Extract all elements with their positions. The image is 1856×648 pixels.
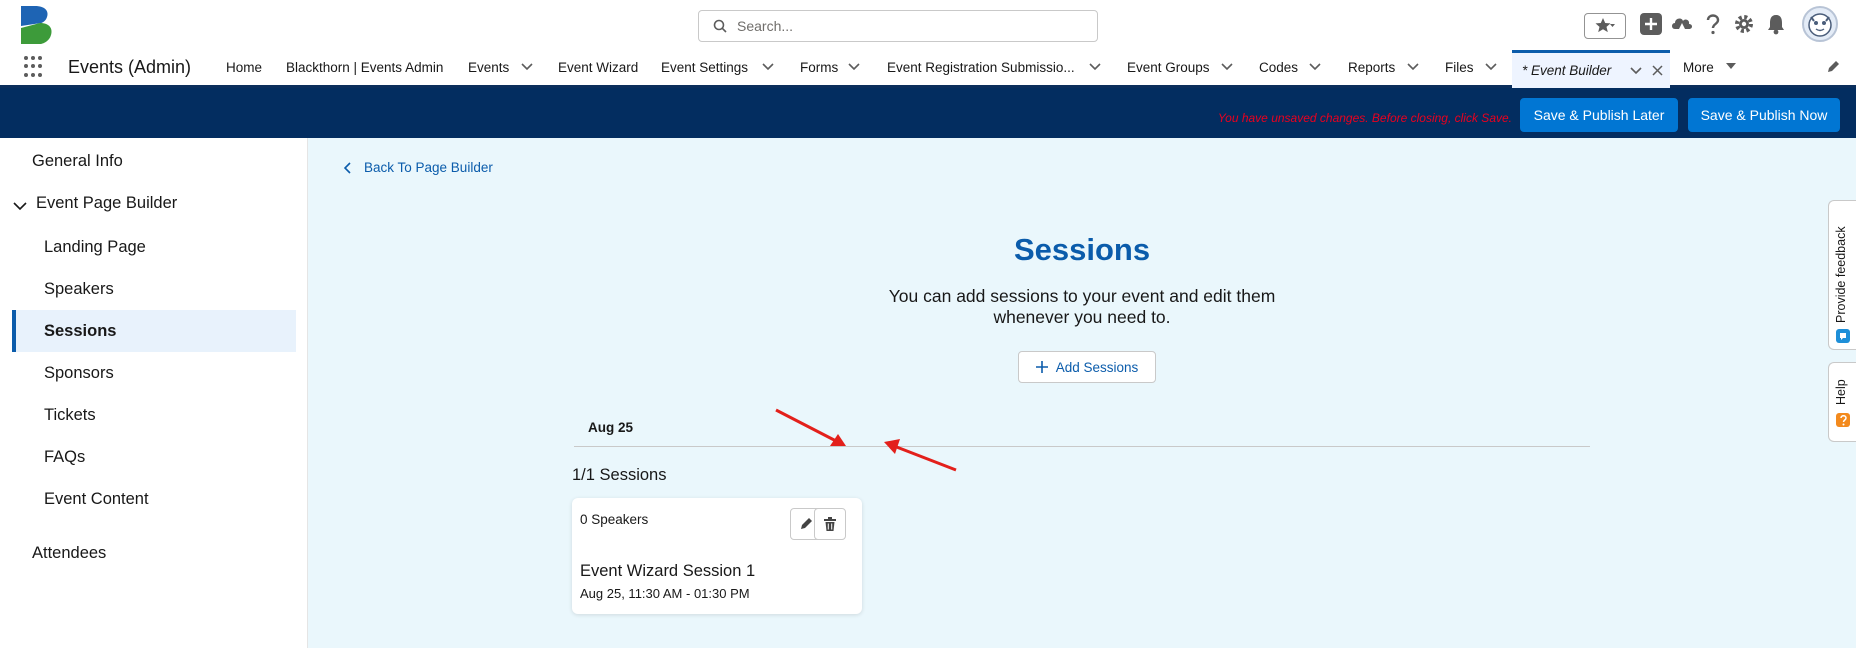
search-icon: [713, 19, 727, 33]
feedback-label: Provide feedback: [1834, 226, 1848, 323]
nav-item-event-wizard[interactable]: Event Wizard: [558, 60, 638, 75]
subtitle-line-2: whenever you need to.: [993, 307, 1171, 327]
nav-item-events[interactable]: Events: [468, 60, 509, 75]
gear-icon: [1735, 15, 1753, 33]
codes-chevron-down-icon[interactable]: [1309, 62, 1321, 72]
help-button[interactable]: [1702, 13, 1724, 35]
sidebar-item-event-content[interactable]: Event Content: [44, 490, 149, 509]
delete-session-button[interactable]: [814, 508, 846, 540]
tab-chevron-down-icon[interactable]: [1630, 66, 1642, 76]
nav-item-files[interactable]: Files: [1445, 60, 1474, 75]
subtitle-line-1: You can add sessions to your event and e…: [888, 286, 1276, 306]
save-publish-later-button[interactable]: Save & Publish Later: [1520, 98, 1678, 132]
session-count: 1/1 Sessions: [572, 466, 667, 484]
date-header: Aug 25: [588, 420, 634, 435]
nav-item-event-groups[interactable]: Event Groups: [1127, 60, 1210, 75]
more-caret-icon[interactable]: [1725, 62, 1737, 71]
add-icon: [1640, 13, 1662, 35]
sessions-page: Back To Page Builder Sessions You can ad…: [308, 138, 1856, 648]
events-chevron-down-icon[interactable]: [521, 62, 533, 72]
annotation-arrow-icon: [775, 408, 846, 446]
setup-button[interactable]: [1733, 13, 1755, 35]
nav-item-reports[interactable]: Reports: [1348, 60, 1395, 75]
app-launcher-icon[interactable]: [24, 56, 46, 78]
sidebar-item-attendees[interactable]: Attendees: [32, 544, 106, 563]
trailhead-button[interactable]: [1670, 13, 1694, 35]
session-card[interactable]: 0 Speakers Event Wizard Session 1 Aug 25…: [572, 498, 862, 614]
sidebar-item-tickets[interactable]: Tickets: [44, 406, 96, 425]
page-subtitle: You can add sessions to your event and e…: [308, 286, 1856, 328]
add-sessions-button[interactable]: Add Sessions: [1018, 351, 1156, 383]
provide-feedback-tab[interactable]: Provide feedback: [1828, 200, 1856, 350]
sidebar-item-faqs[interactable]: FAQs: [44, 448, 85, 467]
forms-chevron-down-icon[interactable]: [848, 62, 860, 72]
help-icon: [1836, 413, 1850, 427]
nav-item-event-registration-submissions[interactable]: Event Registration Submissio...: [887, 60, 1075, 75]
nav-item-more[interactable]: More: [1683, 60, 1714, 75]
sidebar-item-sponsors[interactable]: Sponsors: [44, 364, 114, 383]
edit-nav-pencil-icon[interactable]: [1826, 60, 1840, 74]
builder-sidebar: General Info Event Page Builder Landing …: [0, 138, 308, 648]
chevron-left-icon: [344, 161, 351, 174]
builder-toolbar: You have unsaved changes. Before closing…: [0, 88, 1856, 138]
unsaved-changes-warning: You have unsaved changes. Before closing…: [1217, 111, 1512, 125]
star-icon: [1595, 18, 1615, 33]
tab-event-builder[interactable]: * Event Builder: [1512, 50, 1670, 88]
help-tab[interactable]: Help: [1828, 362, 1856, 442]
nav-item-blackthorn-events-admin[interactable]: Blackthorn | Events Admin: [286, 60, 443, 75]
annotation-arrow-icon: [884, 439, 957, 472]
back-label: Back To Page Builder: [364, 160, 493, 175]
question-icon: [1706, 14, 1720, 35]
feedback-icon: [1836, 329, 1850, 343]
registration-chevron-down-icon[interactable]: [1089, 62, 1101, 72]
sidebar-item-general-info[interactable]: General Info: [32, 152, 123, 171]
nav-item-forms[interactable]: Forms: [800, 60, 838, 75]
global-search[interactable]: [698, 10, 1098, 42]
sidebar-item-landing-page[interactable]: Landing Page: [44, 238, 146, 257]
blackthorn-logo-icon[interactable]: [18, 4, 54, 46]
app-name: Events (Admin): [68, 57, 192, 77]
help-label: Help: [1834, 379, 1848, 405]
reports-chevron-down-icon[interactable]: [1407, 62, 1419, 72]
favorites-button[interactable]: [1584, 13, 1626, 39]
sidebar-item-speakers[interactable]: Speakers: [44, 280, 114, 299]
trash-icon: [824, 517, 836, 531]
date-divider: [574, 446, 1590, 447]
session-speakers-count: 0 Speakers: [580, 512, 649, 527]
sidebar-item-sessions[interactable]: Sessions: [44, 322, 116, 341]
user-avatar[interactable]: [1802, 6, 1838, 42]
global-header: [0, 0, 1856, 46]
event-groups-chevron-down-icon[interactable]: [1221, 62, 1233, 72]
session-time: Aug 25, 11:30 AM - 01:30 PM: [580, 586, 750, 601]
cloud-icon: [1672, 18, 1692, 31]
chevron-down-icon[interactable]: [13, 201, 27, 211]
event-settings-chevron-down-icon[interactable]: [762, 62, 774, 72]
bell-icon: [1768, 15, 1784, 35]
nav-item-home[interactable]: Home: [226, 60, 262, 75]
pencil-icon: [801, 518, 812, 529]
session-name: Event Wizard Session 1: [580, 562, 756, 580]
avatar-icon: [1808, 13, 1832, 37]
page-title: Sessions: [1013, 232, 1151, 267]
nav-item-event-settings[interactable]: Event Settings: [661, 60, 748, 75]
files-chevron-down-icon[interactable]: [1485, 62, 1497, 72]
close-icon[interactable]: [1652, 65, 1663, 76]
notifications-button[interactable]: [1765, 13, 1787, 35]
search-input[interactable]: [737, 18, 1077, 34]
save-publish-now-button[interactable]: Save & Publish Now: [1688, 98, 1840, 132]
back-to-page-builder-link[interactable]: Back To Page Builder: [344, 160, 493, 175]
sidebar-item-event-page-builder[interactable]: Event Page Builder: [36, 194, 177, 213]
app-nav-bar: Events (Admin) Home Blackthorn | Events …: [0, 44, 1856, 88]
plus-icon: [1035, 361, 1048, 373]
tab-event-builder-label: * Event Builder: [1522, 63, 1612, 78]
add-sessions-label: Add Sessions: [1055, 359, 1139, 375]
global-actions-button[interactable]: [1640, 13, 1662, 35]
nav-item-codes[interactable]: Codes: [1259, 60, 1298, 75]
